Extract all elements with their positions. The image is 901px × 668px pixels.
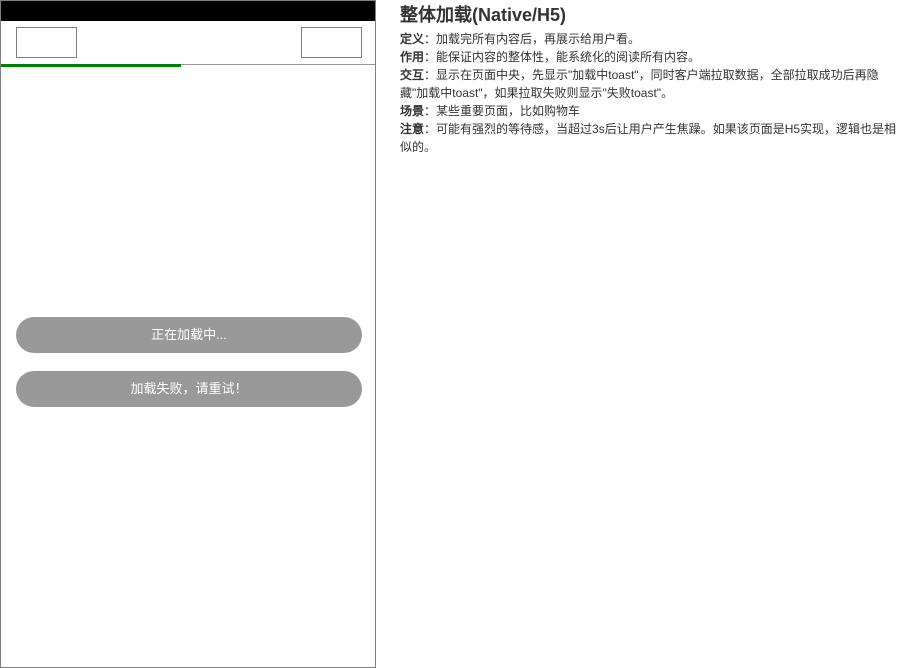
loading-progress-fill <box>1 64 181 67</box>
note-text: 某些重要页面，比如购物车 <box>436 104 581 118</box>
note-separator: ： <box>424 104 437 118</box>
note-separator: ： <box>424 50 437 64</box>
failed-toast[interactable]: 加载失败，请重试！ <box>16 371 362 407</box>
loading-progress-bar <box>1 64 375 67</box>
note-purpose: 作用：能保证内容的整体性，能系统化的阅读所有内容。 <box>400 48 900 66</box>
nav-left-button[interactable] <box>16 27 77 58</box>
note-term: 作用 <box>400 50 425 64</box>
note-scenario: 场景：某些重要页面，比如购物车 <box>400 102 900 120</box>
note-term: 注意 <box>400 122 425 136</box>
note-term: 定义 <box>400 32 425 46</box>
status-bar <box>1 1 375 21</box>
page-title: 整体加载(Native/H5) <box>400 5 567 25</box>
note-text: 显示在页面中央，先显示"加载中toast"，同时客户端拉取数据，全部拉取成功后再… <box>400 68 879 100</box>
note-caution: 注意：可能有强烈的等待感，当超过3s后让用户产生焦躁。如果该页面是H5实现，逻辑… <box>400 120 900 156</box>
loading-toast: 正在加载中... <box>16 317 362 353</box>
annotation-panel: 整体加载(Native/H5) 定义：加载完所有内容后，再展示给用户看。 作用：… <box>400 4 900 156</box>
note-separator: ： <box>424 68 437 82</box>
note-term: 场景 <box>400 104 425 118</box>
note-text: 可能有强烈的等待感，当超过3s后让用户产生焦躁。如果该页面是H5实现，逻辑也是相… <box>400 122 897 154</box>
nav-right-button[interactable] <box>301 27 362 58</box>
note-text: 能保证内容的整体性，能系统化的阅读所有内容。 <box>436 50 701 64</box>
nav-bar <box>1 21 375 65</box>
note-separator: ： <box>424 122 437 136</box>
note-separator: ： <box>424 32 437 46</box>
phone-mockup: 正在加载中... 加载失败，请重试！ <box>0 0 376 668</box>
note-term: 交互 <box>400 68 425 82</box>
note-definition: 定义：加载完所有内容后，再展示给用户看。 <box>400 30 900 48</box>
note-text: 加载完所有内容后，再展示给用户看。 <box>436 32 641 46</box>
note-interaction: 交互：显示在页面中央，先显示"加载中toast"，同时客户端拉取数据，全部拉取成… <box>400 66 900 102</box>
